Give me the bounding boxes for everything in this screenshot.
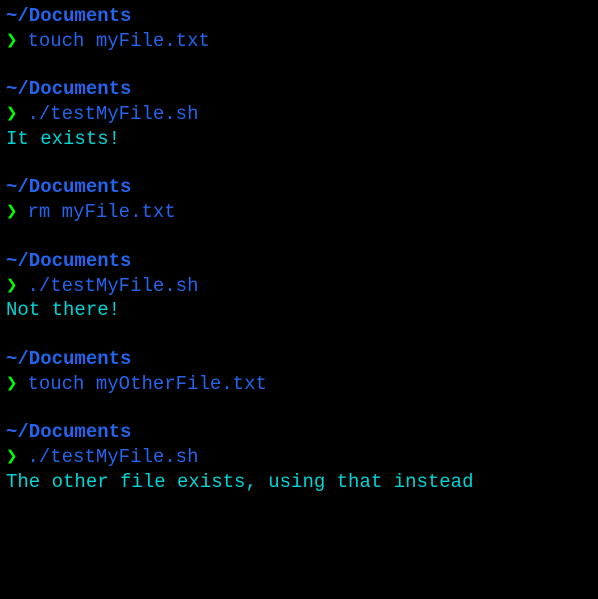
command-text: touch myFile.txt bbox=[27, 29, 209, 54]
command-output: It exists! bbox=[6, 127, 592, 152]
prompt-symbol: ❯ bbox=[6, 274, 17, 299]
terminal-block: ~/Documents ❯ ./testMyFile.sh Not there! bbox=[6, 249, 592, 323]
command-text: touch myOtherFile.txt bbox=[27, 372, 266, 397]
cwd-path: ~/Documents bbox=[6, 77, 592, 102]
terminal-block: ~/Documents ❯ ./testMyFile.sh It exists! bbox=[6, 77, 592, 151]
prompt-symbol: ❯ bbox=[6, 200, 17, 225]
terminal-block: ~/Documents ❯ rm myFile.txt bbox=[6, 175, 592, 224]
prompt-symbol: ❯ bbox=[6, 29, 17, 54]
cwd-path: ~/Documents bbox=[6, 249, 592, 274]
terminal-block: ~/Documents ❯ touch myOtherFile.txt bbox=[6, 347, 592, 396]
prompt-line[interactable]: ❯ ./testMyFile.sh bbox=[6, 102, 592, 127]
command-output: The other file exists, using that instea… bbox=[6, 470, 592, 495]
terminal-block: ~/Documents ❯ touch myFile.txt bbox=[6, 4, 592, 53]
cwd-path: ~/Documents bbox=[6, 420, 592, 445]
prompt-symbol: ❯ bbox=[6, 445, 17, 470]
prompt-line[interactable]: ❯ ./testMyFile.sh bbox=[6, 274, 592, 299]
cwd-path: ~/Documents bbox=[6, 347, 592, 372]
prompt-symbol: ❯ bbox=[6, 102, 17, 127]
prompt-line[interactable]: ❯ touch myOtherFile.txt bbox=[6, 372, 592, 397]
terminal-block: ~/Documents ❯ ./testMyFile.sh The other … bbox=[6, 420, 592, 494]
prompt-symbol: ❯ bbox=[6, 372, 17, 397]
prompt-line[interactable]: ❯ rm myFile.txt bbox=[6, 200, 592, 225]
prompt-line[interactable]: ❯ touch myFile.txt bbox=[6, 29, 592, 54]
command-output: Not there! bbox=[6, 298, 592, 323]
command-text: rm myFile.txt bbox=[27, 200, 175, 225]
command-text: ./testMyFile.sh bbox=[27, 445, 198, 470]
prompt-line[interactable]: ❯ ./testMyFile.sh bbox=[6, 445, 592, 470]
cwd-path: ~/Documents bbox=[6, 4, 592, 29]
command-text: ./testMyFile.sh bbox=[27, 102, 198, 127]
command-text: ./testMyFile.sh bbox=[27, 274, 198, 299]
cwd-path: ~/Documents bbox=[6, 175, 592, 200]
